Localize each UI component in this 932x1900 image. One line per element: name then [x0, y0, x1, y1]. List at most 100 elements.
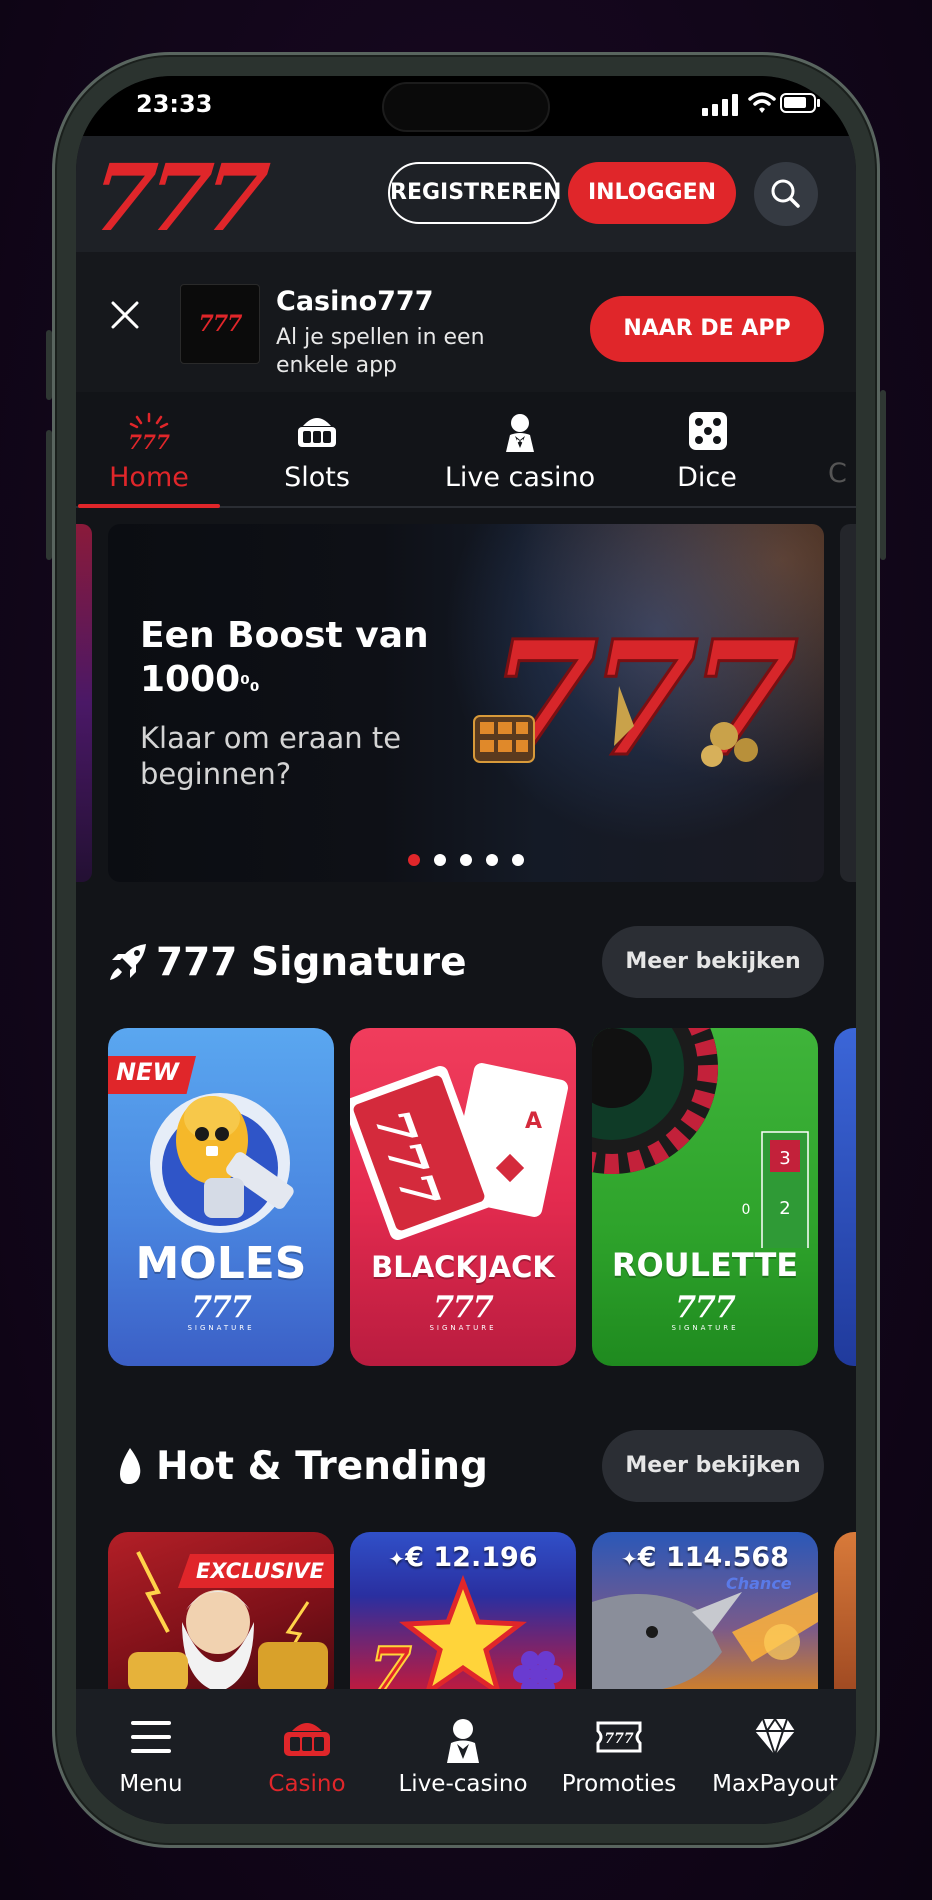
see-more-button[interactable]: Meer bekijken	[602, 926, 824, 998]
game-card-star-fruits[interactable]: 7 ✦€ 12.196	[350, 1532, 576, 1692]
carousel-dot[interactable]	[512, 854, 524, 866]
hero-subtitle: Klaar om eraan te beginnen?	[140, 721, 402, 791]
carousel-dot[interactable]	[434, 854, 446, 866]
carousel-prev-slide[interactable]	[76, 524, 92, 882]
login-button[interactable]: INLOGGEN	[568, 162, 736, 224]
nav-live-casino[interactable]: Live-casino	[388, 1717, 538, 1797]
nav-label: Live-casino	[398, 1771, 528, 1797]
game-card-partial[interactable]	[834, 1532, 856, 1692]
nav-menu[interactable]: Menu	[76, 1717, 226, 1797]
status-bar: 23:33	[76, 76, 856, 136]
status-time: 23:33	[136, 90, 213, 118]
carousel-dot[interactable]	[408, 854, 420, 866]
wifi-icon	[748, 92, 776, 113]
tab-label: Live casino	[444, 462, 596, 493]
tab-active-indicator	[78, 504, 220, 508]
dealer-icon	[447, 1719, 479, 1763]
game-title: ROULETTE	[611, 1246, 799, 1284]
flame-icon	[120, 1448, 141, 1484]
nav-promotions[interactable]: 777 Promoties	[544, 1717, 694, 1797]
svg-text:777: 777	[604, 1731, 633, 1747]
home-777-icon: 777	[128, 412, 170, 454]
tab-dice[interactable]: Dice	[636, 412, 778, 493]
game-card-partial[interactable]	[834, 1028, 856, 1366]
new-badge-label: NEW	[116, 1058, 179, 1086]
battery-tip	[817, 99, 820, 107]
tab-partial[interactable]: C	[828, 412, 856, 489]
game-brand-sub: SIGNATURE	[429, 1324, 497, 1332]
game-brand: 777	[433, 1290, 494, 1325]
battery-icon	[780, 93, 816, 113]
cards-illustration: A 777	[350, 1063, 569, 1241]
screen: 23:33 777 REGISTREREN INLOGGEN 777 Casin…	[76, 76, 856, 1824]
nav-label: Promoties	[561, 1771, 677, 1797]
bottom-navigation: Menu Casino Live-casino 777 Promoties Ma…	[76, 1689, 856, 1824]
tab-live-casino[interactable]: Live casino	[430, 412, 610, 493]
game-card-blackjack[interactable]: A 777 BLACKJACK 777 SIGNATURE	[350, 1028, 576, 1366]
app-subtitle: Al je spellen in een enkele app	[276, 325, 485, 378]
hero-777-art: 777	[473, 616, 809, 776]
game-card-rhino[interactable]: ✦€ 114.568 Chance	[592, 1532, 818, 1692]
tab-label: C	[828, 458, 847, 489]
tab-label: Slots	[284, 462, 350, 493]
open-app-button[interactable]: NAAR DE APP	[590, 296, 824, 362]
phone-side-button	[46, 430, 52, 560]
signature-section-header: 777 Signature Meer bekijken	[108, 926, 824, 998]
game-brand: 777	[191, 1290, 252, 1325]
register-button[interactable]: REGISTREREN	[388, 162, 561, 224]
jackpot-amount: ✦€ 114.568	[621, 1542, 789, 1573]
carousel-dot[interactable]	[460, 854, 472, 866]
phone-side-button	[880, 390, 886, 560]
slot-machine-icon	[284, 1723, 330, 1756]
trending-section-header: Hot & Trending Meer bekijken	[108, 1430, 824, 1502]
nav-label: Casino	[268, 1771, 346, 1797]
tab-label: Home	[109, 462, 189, 493]
app-download-banner: 777 Casino777 Al je spellen in een enkel…	[76, 252, 856, 392]
hamburger-icon	[131, 1721, 171, 1753]
diamond-icon	[755, 1717, 795, 1759]
tab-home[interactable]: 777 Home	[78, 412, 220, 493]
game-brand: 777	[675, 1290, 736, 1325]
carousel-dot[interactable]	[486, 854, 498, 866]
site-header: 777 REGISTREREN INLOGGEN	[76, 136, 856, 252]
exclusive-badge: EXCLUSIVE	[177, 1554, 334, 1588]
nav-label: Menu	[119, 1771, 183, 1797]
dice-icon	[689, 412, 727, 450]
close-icon[interactable]	[110, 300, 140, 330]
phone-side-button	[46, 330, 52, 400]
see-more-button[interactable]: Meer bekijken	[602, 1430, 824, 1502]
app-title: Casino777	[276, 286, 434, 317]
app-icon: 777	[180, 284, 260, 364]
tab-label: Dice	[677, 462, 737, 493]
carousel-next-slide[interactable]	[840, 524, 856, 882]
signal-icon	[702, 92, 742, 116]
nav-casino[interactable]: Casino	[232, 1717, 382, 1797]
game-card-roulette[interactable]: 3 2 0 ROULETTE 777 SIGNATURE	[592, 1028, 818, 1366]
svg-text:3: 3	[779, 1148, 790, 1169]
svg-text:7: 7	[370, 1635, 412, 1692]
ticket-icon: 777	[596, 1721, 642, 1753]
search-icon	[771, 179, 800, 208]
game-card-moles[interactable]: NEW MOLES 777 SIGNATURE	[108, 1028, 334, 1366]
game-title: MOLES	[135, 1238, 307, 1289]
dealer-icon	[506, 414, 534, 452]
tab-slots[interactable]: Slots	[246, 412, 388, 493]
nav-maxpayout[interactable]: MaxPayout	[700, 1717, 850, 1797]
hero-title: Een Boost van 1000⁰₀	[140, 615, 429, 700]
game-card-zeus[interactable]: EXCLUSIVE	[108, 1532, 334, 1692]
search-button[interactable]	[754, 162, 818, 226]
svg-text:777: 777	[128, 430, 170, 452]
game-brand-sub: SIGNATURE	[187, 1324, 255, 1332]
svg-text:2: 2	[779, 1198, 790, 1219]
rocket-icon	[110, 944, 146, 980]
svg-text:A: A	[525, 1109, 542, 1134]
section-title: 777 Signature	[156, 940, 467, 985]
roulette-illustration: 3 2 0	[592, 1028, 809, 1248]
section-title: Hot & Trending	[156, 1444, 488, 1489]
category-tabs: 777 Home Slots Live casino Dice C	[76, 392, 856, 508]
promo-carousel[interactable]: Een Boost van 1000⁰₀ Klaar om eraan te b…	[108, 524, 824, 882]
nav-label: MaxPayout	[712, 1771, 838, 1797]
site-logo[interactable]: 777	[86, 144, 265, 252]
game-title: BLACKJACK	[371, 1250, 555, 1284]
dynamic-island	[382, 82, 550, 132]
